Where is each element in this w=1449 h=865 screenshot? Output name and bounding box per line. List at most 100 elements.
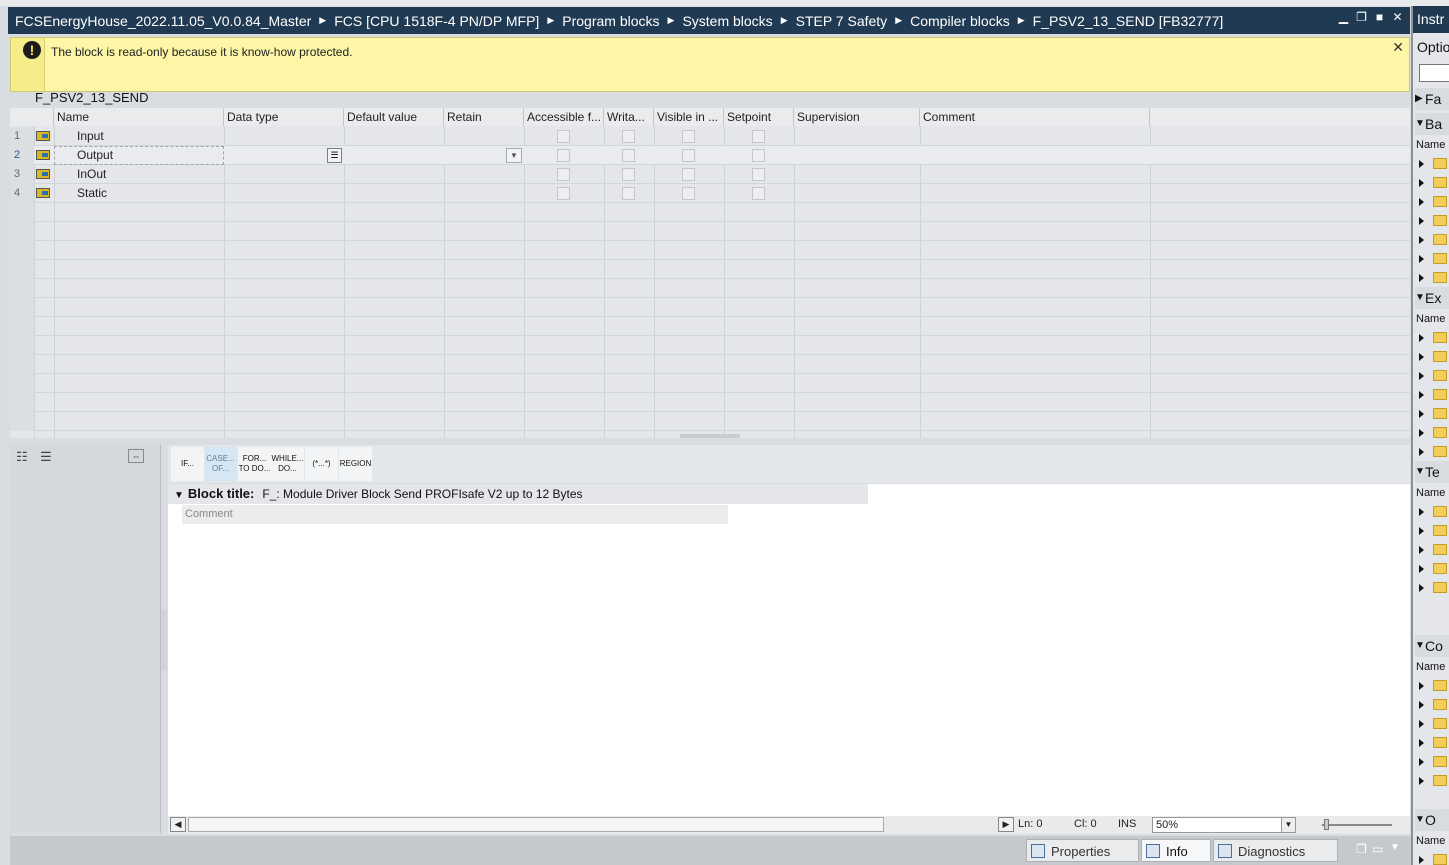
chevron-down-icon[interactable]: ▼ xyxy=(1390,842,1400,853)
tab-info[interactable]: Info xyxy=(1141,839,1211,862)
expand-arrow-icon[interactable] xyxy=(1419,160,1424,168)
scroll-right-icon[interactable]: ▶ xyxy=(998,817,1014,832)
column-header-retain[interactable]: Retain xyxy=(444,108,524,126)
retain-dropdown-icon[interactable]: ▼ xyxy=(506,148,522,163)
table-row[interactable]: 4 Static xyxy=(10,184,1410,203)
section-favorites[interactable]: ▶ Fa xyxy=(1415,88,1449,110)
breadcrumb-block[interactable]: F_PSV2_13_SEND [FB32777] xyxy=(1033,13,1224,29)
empty-table-row[interactable] xyxy=(10,241,1410,260)
expand-arrow-icon[interactable] xyxy=(1419,372,1424,380)
outline-icon[interactable]: ☷ xyxy=(16,449,28,465)
keyword-button[interactable]: REGION xyxy=(339,447,372,481)
empty-table-row[interactable] xyxy=(10,393,1410,412)
expand-arrow-icon[interactable] xyxy=(1419,856,1424,864)
column-header-visible[interactable]: Visible in ... xyxy=(654,108,724,126)
accessible-checkbox[interactable] xyxy=(557,149,570,162)
empty-table-row[interactable] xyxy=(10,222,1410,241)
table-row[interactable]: 2 Output ☰ ▼ xyxy=(10,146,1410,165)
banner-close-icon[interactable]: ✕ xyxy=(1392,39,1404,56)
expand-arrow-icon[interactable] xyxy=(1419,682,1424,690)
visible-checkbox[interactable] xyxy=(682,168,695,181)
keyword-button[interactable]: IF... xyxy=(171,447,204,481)
zoom-slider[interactable] xyxy=(1322,824,1392,826)
keyword-button[interactable]: FOR... TO DO... xyxy=(238,447,271,481)
empty-table-row[interactable] xyxy=(10,355,1410,374)
block-title-value[interactable]: F_: Module Driver Block Send PROFIsafe V… xyxy=(262,487,582,501)
empty-table-row[interactable] xyxy=(10,374,1410,393)
expand-arrow-icon[interactable] xyxy=(1419,179,1424,187)
setpoint-checkbox[interactable] xyxy=(752,187,765,200)
empty-table-row[interactable] xyxy=(10,203,1410,222)
keyword-button[interactable]: CASE... OF... xyxy=(204,447,237,481)
chevron-down-icon[interactable]: ▼ xyxy=(1281,818,1295,832)
expand-arrow-icon[interactable] xyxy=(1419,217,1424,225)
empty-table-row[interactable] xyxy=(10,412,1410,431)
expand-arrow-icon[interactable] xyxy=(1419,391,1424,399)
empty-table-row[interactable] xyxy=(10,260,1410,279)
accessible-checkbox[interactable] xyxy=(557,187,570,200)
breadcrumb-step7-safety[interactable]: STEP 7 Safety xyxy=(796,13,888,29)
visible-checkbox[interactable] xyxy=(682,187,695,200)
expand-arrow-icon[interactable] xyxy=(1419,701,1424,709)
section-basic[interactable]: ▼ Ba xyxy=(1415,113,1449,135)
float-icon[interactable]: ❐ xyxy=(1356,842,1367,856)
breadcrumb-compiler-blocks[interactable]: Compiler blocks xyxy=(910,13,1010,29)
column-header-supervision[interactable]: Supervision xyxy=(794,108,920,126)
table-row[interactable]: 3 InOut xyxy=(10,165,1410,184)
setpoint-checkbox[interactable] xyxy=(752,168,765,181)
column-header-setpoint[interactable]: Setpoint xyxy=(724,108,794,126)
expand-arrow-icon[interactable] xyxy=(1419,527,1424,535)
writable-checkbox[interactable] xyxy=(622,168,635,181)
expand-arrow-icon[interactable] xyxy=(1419,334,1424,342)
expand-arrow-icon[interactable] xyxy=(1419,508,1424,516)
writable-checkbox[interactable] xyxy=(622,187,635,200)
breadcrumb-program-blocks[interactable]: Program blocks xyxy=(562,13,659,29)
block-comment-field[interactable]: Comment xyxy=(182,505,728,524)
column-header-data-type[interactable]: Data type xyxy=(224,108,344,126)
restore-icon[interactable]: ▭ xyxy=(1372,842,1383,856)
scroll-left-icon[interactable]: ◀ xyxy=(170,817,186,832)
expand-arrow-icon[interactable] xyxy=(1419,236,1424,244)
visible-checkbox[interactable] xyxy=(682,149,695,162)
expand-arrow-icon[interactable] xyxy=(1419,255,1424,263)
expand-arrow-icon[interactable] xyxy=(1419,274,1424,282)
restore-icon[interactable]: ❐ xyxy=(1355,11,1368,24)
column-header-comment[interactable]: Comment xyxy=(920,108,1150,126)
instructions-search-input[interactable] xyxy=(1419,64,1449,82)
breadcrumb-system-blocks[interactable]: System blocks xyxy=(682,13,772,29)
column-header-default-value[interactable]: Default value xyxy=(344,108,444,126)
expand-arrow-icon[interactable] xyxy=(1419,739,1424,747)
expand-arrow-icon[interactable] xyxy=(1419,546,1424,554)
expand-arrow-icon[interactable] xyxy=(1419,565,1424,573)
data-type-picker-icon[interactable]: ☰ xyxy=(327,148,342,163)
empty-table-row[interactable] xyxy=(10,298,1410,317)
visible-checkbox[interactable] xyxy=(682,130,695,143)
breadcrumb-project[interactable]: FCSEnergyHouse_2022.11.05_V0.0.84_Master xyxy=(15,13,311,29)
collapse-handle[interactable] xyxy=(161,610,167,670)
expand-arrow-icon[interactable] xyxy=(1419,410,1424,418)
zoom-select[interactable]: 50% ▼ xyxy=(1152,817,1296,833)
accessible-checkbox[interactable] xyxy=(557,130,570,143)
close-icon[interactable]: ✕ xyxy=(1391,11,1404,24)
collapse-icon[interactable]: ▼ xyxy=(174,490,184,501)
tab-diagnostics[interactable]: Diagnostics xyxy=(1213,839,1338,862)
horizontal-scrollbar[interactable] xyxy=(188,817,884,832)
breadcrumb-device[interactable]: FCS [CPU 1518F-4 PN/DP MFP] xyxy=(334,13,539,29)
setpoint-checkbox[interactable] xyxy=(752,149,765,162)
expand-arrow-icon[interactable] xyxy=(1419,720,1424,728)
scl-editor[interactable]: ▼ Block title: F_: Module Driver Block Sen… xyxy=(168,484,1410,816)
keyword-button[interactable]: (*...*) xyxy=(305,447,338,481)
section-optional-packages[interactable]: ▼ O xyxy=(1415,809,1449,831)
table-row[interactable]: 1 Input xyxy=(10,127,1410,146)
section-extended[interactable]: ▼ Ex xyxy=(1415,287,1449,309)
pane-toggle-icon[interactable]: ⇔ xyxy=(128,449,144,463)
list-icon[interactable]: ☰ xyxy=(40,449,52,465)
empty-table-row[interactable] xyxy=(10,336,1410,355)
setpoint-checkbox[interactable] xyxy=(752,130,765,143)
expand-arrow-icon[interactable] xyxy=(1419,198,1424,206)
column-header-name[interactable]: Name xyxy=(54,108,224,126)
section-communication[interactable]: ▼ Co xyxy=(1415,635,1449,657)
minimize-icon[interactable]: ▁ xyxy=(1337,11,1350,24)
empty-table-row[interactable] xyxy=(10,317,1410,336)
column-header-writable[interactable]: Writa... xyxy=(604,108,654,126)
